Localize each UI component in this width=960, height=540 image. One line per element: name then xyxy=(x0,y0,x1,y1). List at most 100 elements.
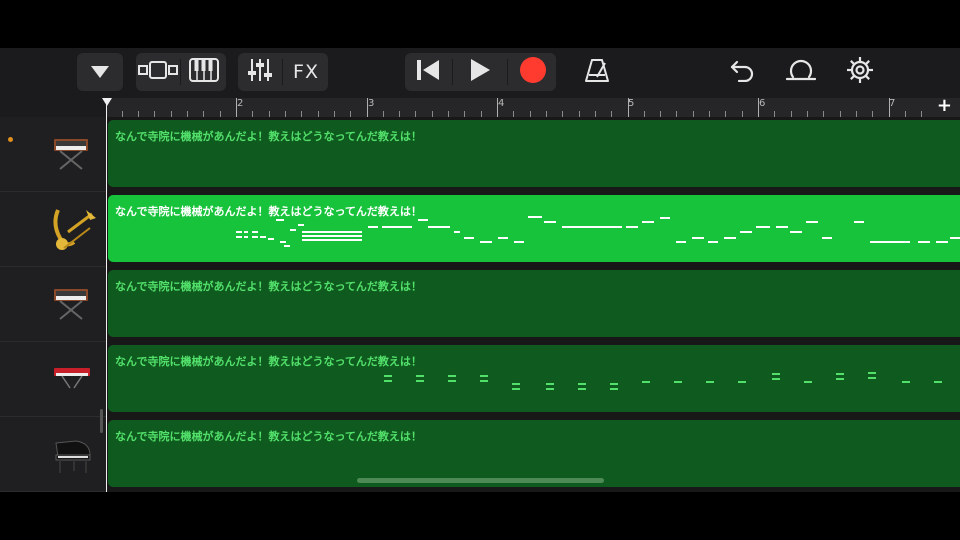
midi-note xyxy=(252,236,258,238)
midi-note xyxy=(692,237,704,239)
playhead-line[interactable] xyxy=(106,98,107,492)
midi-note xyxy=(284,245,290,247)
midi-note xyxy=(368,226,378,228)
midi-note xyxy=(936,241,948,243)
midi-note xyxy=(804,381,812,383)
midi-note xyxy=(236,236,242,238)
mixer-button[interactable] xyxy=(238,53,282,91)
midi-note xyxy=(756,226,770,228)
mix-controls: FX xyxy=(238,53,328,91)
track-header[interactable] xyxy=(0,117,106,192)
garageband-app: FX 2 3 4 5 6 7 + なんで寺院に機械があんだよ！教えはどうなってん… xyxy=(0,0,960,540)
midi-note xyxy=(418,219,428,221)
midi-note xyxy=(244,236,248,238)
add-section-button[interactable]: + xyxy=(937,95,952,116)
track-lane: なんで寺院に機械があんだよ！教えはどうなってんだ教えは！ xyxy=(106,192,960,267)
tracks-view-button[interactable] xyxy=(136,53,180,91)
midi-note xyxy=(252,231,258,233)
midi-note xyxy=(854,221,864,223)
midi-note xyxy=(772,378,780,380)
midi-note xyxy=(578,388,586,390)
midi-note xyxy=(416,375,424,377)
track-header[interactable] xyxy=(0,192,106,267)
midi-note xyxy=(514,241,524,243)
midi-note xyxy=(480,241,492,243)
midi-region[interactable]: なんで寺院に機械があんだよ！教えはどうなってんだ教えは！ xyxy=(108,345,960,412)
midi-region-selected[interactable]: なんで寺院に機械があんだよ！教えはどうなってんだ教えは！ xyxy=(108,195,960,262)
ruler-corner xyxy=(0,98,106,117)
track-header[interactable] xyxy=(0,342,106,417)
red-keyboard-icon xyxy=(50,354,96,404)
midi-note xyxy=(384,380,392,382)
midi-note xyxy=(298,224,304,226)
bar-number: 4 xyxy=(498,98,505,109)
scroll-bar[interactable] xyxy=(357,478,604,483)
track-headers xyxy=(0,117,106,492)
synth-keyboard-icon xyxy=(50,129,96,179)
region-title: なんで寺院に機械があんだよ！教えはどうなってんだ教えは！ xyxy=(115,130,422,143)
midi-note xyxy=(464,237,474,239)
midi-note xyxy=(822,237,832,239)
loop-button[interactable] xyxy=(784,53,818,91)
fx-button[interactable]: FX xyxy=(284,53,328,91)
midi-note xyxy=(706,381,714,383)
audio-region[interactable]: なんで寺院に機械があんだよ！教えはどうなってんだ教えは！ xyxy=(108,120,960,187)
skip-back-icon xyxy=(415,58,441,86)
go-to-start-button[interactable] xyxy=(405,53,451,91)
gear-icon xyxy=(846,56,874,88)
fx-label: FX xyxy=(293,61,319,83)
midi-note xyxy=(276,219,284,221)
timeline-ruler[interactable]: 2 3 4 5 6 7 + xyxy=(106,95,960,117)
bar-number: 5 xyxy=(628,98,635,109)
midi-note xyxy=(512,383,520,385)
midi-note xyxy=(724,237,736,239)
midi-note xyxy=(660,217,670,219)
play-button[interactable] xyxy=(455,53,505,91)
midi-note xyxy=(708,241,718,243)
toolbar: FX xyxy=(0,48,960,98)
midi-note xyxy=(562,226,622,228)
track-lane: なんで寺院に機械があんだよ！教えはどうなってんだ教えは！ xyxy=(106,267,960,342)
midi-notes xyxy=(384,372,942,390)
record-button[interactable] xyxy=(509,53,556,91)
bar-number: 2 xyxy=(237,98,244,109)
browser-button[interactable] xyxy=(77,53,123,91)
view-toggle xyxy=(136,53,226,91)
record-icon xyxy=(519,56,547,88)
audio-region[interactable]: なんで寺院に機械があんだよ！教えはどうなってんだ教えは！ xyxy=(108,270,960,337)
midi-note xyxy=(290,229,296,231)
midi-note xyxy=(772,373,780,375)
synth-keyboard-icon xyxy=(50,279,96,329)
keyboard-button[interactable] xyxy=(182,53,226,91)
header-resize-handle[interactable] xyxy=(100,409,103,433)
midi-note xyxy=(870,241,910,243)
midi-note xyxy=(738,381,746,383)
settings-button[interactable] xyxy=(843,53,877,91)
metronome-icon xyxy=(584,57,610,87)
midi-note xyxy=(454,231,460,233)
metronome-button[interactable] xyxy=(580,53,614,91)
playhead-handle[interactable] xyxy=(102,98,112,106)
undo-icon xyxy=(729,58,755,86)
midi-note xyxy=(544,221,556,223)
midi-note xyxy=(836,378,844,380)
region-title: なんで寺院に機械があんだよ！教えはどうなってんだ教えは！ xyxy=(115,280,422,293)
track-lane: なんで寺院に機械があんだよ！教えはどうなってんだ教えは！ xyxy=(106,117,960,192)
midi-note xyxy=(902,381,910,383)
midi-note xyxy=(806,221,818,223)
midi-note xyxy=(740,231,752,233)
piano-keys-icon xyxy=(189,58,219,86)
track-header[interactable] xyxy=(0,267,106,342)
midi-note xyxy=(868,377,876,379)
audio-region[interactable]: なんで寺院に機械があんだよ！教えはどうなってんだ教えは！ xyxy=(108,420,960,487)
track-header[interactable] xyxy=(0,417,106,492)
midi-note xyxy=(836,373,844,375)
region-title: なんで寺院に機械があんだよ！教えはどうなってんだ教えは！ xyxy=(115,430,422,443)
midi-note xyxy=(512,388,520,390)
midi-notes xyxy=(236,216,960,247)
midi-note xyxy=(480,380,488,382)
midi-note xyxy=(498,237,508,239)
track-lanes: なんで寺院に機械があんだよ！教えはどうなってんだ教えは！ なんで寺院に機械があん… xyxy=(106,117,960,492)
midi-note xyxy=(610,388,618,390)
undo-button[interactable] xyxy=(725,53,759,91)
